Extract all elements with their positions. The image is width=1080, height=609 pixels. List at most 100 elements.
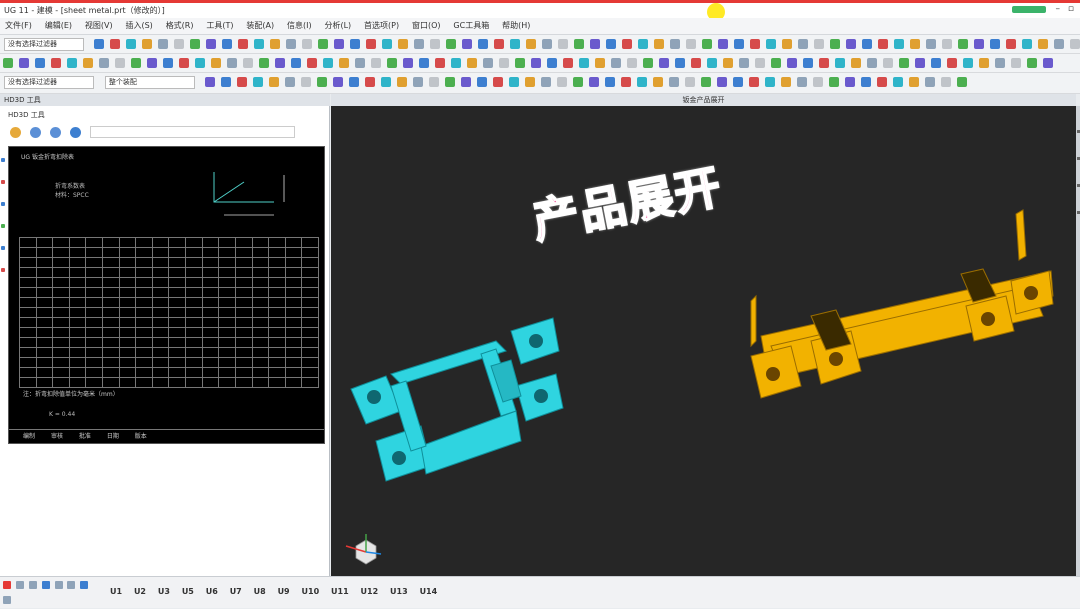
toolbar-button-icon[interactable] <box>515 58 525 68</box>
toolbar-button-icon[interactable] <box>829 39 840 49</box>
menu-item-window[interactable]: 窗口(O) <box>407 18 446 33</box>
refresh-icon[interactable] <box>69 126 81 138</box>
toolbar-button-icon[interactable] <box>669 39 680 49</box>
filter-dropdown[interactable]: 没有选择过滤器 <box>4 38 84 51</box>
toolbar-button-icon[interactable] <box>781 39 792 49</box>
toolbar-button-icon[interactable] <box>236 77 247 87</box>
custom-command[interactable]: U13 <box>390 587 408 596</box>
assembly-scope-dropdown[interactable]: 整个装配 <box>104 76 195 89</box>
toolbar-button-icon[interactable] <box>605 39 616 49</box>
menu-item-info[interactable]: 信息(I) <box>282 18 317 33</box>
toolbar-button-icon[interactable] <box>189 39 200 49</box>
custom-command[interactable]: U11 <box>331 587 349 596</box>
toolbar-button-icon[interactable] <box>67 58 77 68</box>
toolbar-button-icon[interactable] <box>1043 58 1053 68</box>
toolbar-button-icon[interactable] <box>892 77 903 87</box>
toolbar-button-icon[interactable] <box>323 58 333 68</box>
custom-command[interactable]: U1 <box>110 587 122 596</box>
toolbar-button-icon[interactable] <box>332 77 343 87</box>
toolbar-button-icon[interactable] <box>541 39 552 49</box>
toolbar-button-icon[interactable] <box>19 58 29 68</box>
toolbar-button-icon[interactable] <box>691 58 701 68</box>
toolbar-button-icon[interactable] <box>396 77 407 87</box>
toolbar-button-icon[interactable] <box>589 39 600 49</box>
toolbar-button-icon[interactable] <box>509 39 520 49</box>
menu-item-edit[interactable]: 编辑(E) <box>40 18 77 33</box>
toolbar-button-icon[interactable] <box>397 39 408 49</box>
toolbar-button-icon[interactable] <box>893 39 904 49</box>
menu-item-insert[interactable]: 插入(S) <box>120 18 157 33</box>
forward-icon[interactable] <box>49 126 61 138</box>
toolbar-button-icon[interactable] <box>716 77 727 87</box>
tool-icon[interactable] <box>80 581 89 589</box>
toolbar-button-icon[interactable] <box>109 39 120 49</box>
toolbar-button-icon[interactable] <box>700 77 711 87</box>
toolbar-button-icon[interactable] <box>812 77 823 87</box>
toolbar-button-icon[interactable] <box>1053 39 1064 49</box>
toolbar-button-icon[interactable] <box>787 58 797 68</box>
toolbar-button-icon[interactable] <box>284 77 295 87</box>
toolbar-button-icon[interactable] <box>460 77 471 87</box>
toolbar-button-icon[interactable] <box>947 58 957 68</box>
toolbar-button-icon[interactable] <box>499 58 509 68</box>
toolbar-button-icon[interactable] <box>557 39 568 49</box>
menu-item-file[interactable]: 文件(F) <box>0 18 37 33</box>
toolbar-button-icon[interactable] <box>860 77 871 87</box>
menu-item-preferences[interactable]: 首选项(P) <box>359 18 404 33</box>
custom-command[interactable]: U9 <box>278 587 290 596</box>
resource-icon[interactable] <box>1 268 5 272</box>
custom-command[interactable]: U7 <box>230 587 242 596</box>
toolbar-button-icon[interactable] <box>493 39 504 49</box>
toolbar-button-icon[interactable] <box>845 39 856 49</box>
toolbar-button-icon[interactable] <box>621 39 632 49</box>
toolbar-button-icon[interactable] <box>93 39 104 49</box>
toolbar-button-icon[interactable] <box>259 58 269 68</box>
toolbar-button-icon[interactable] <box>717 39 728 49</box>
toolbar-button-icon[interactable] <box>1027 58 1037 68</box>
toolbar-button-icon[interactable] <box>595 58 605 68</box>
toolbar-button-icon[interactable] <box>285 39 296 49</box>
toolbar-button-icon[interactable] <box>1011 58 1021 68</box>
toolbar-button-icon[interactable] <box>851 58 861 68</box>
toolbar-button-icon[interactable] <box>925 39 936 49</box>
toolbar-button-icon[interactable] <box>1037 39 1048 49</box>
resource-icon[interactable] <box>1 180 5 184</box>
toolbar-button-icon[interactable] <box>867 58 877 68</box>
toolbar-button-icon[interactable] <box>819 58 829 68</box>
toolbar-button-icon[interactable] <box>381 39 392 49</box>
toolbar-button-icon[interactable] <box>883 58 893 68</box>
back-icon[interactable] <box>29 126 41 138</box>
toolbar-button-icon[interactable] <box>435 58 445 68</box>
toolbar-button-icon[interactable] <box>764 77 775 87</box>
toolbar-button-icon[interactable] <box>908 77 919 87</box>
toolbar-button-icon[interactable] <box>963 58 973 68</box>
tool-icon[interactable] <box>15 581 24 589</box>
toolbar-button-icon[interactable] <box>365 39 376 49</box>
toolbar-button-icon[interactable] <box>355 58 365 68</box>
toolbar-button-icon[interactable] <box>252 77 263 87</box>
toolbar-button-icon[interactable] <box>348 77 359 87</box>
toolbar-button-icon[interactable] <box>637 39 648 49</box>
toolbar-button-icon[interactable] <box>828 77 839 87</box>
toolbar-button-icon[interactable] <box>419 58 429 68</box>
toolbar-button-icon[interactable] <box>220 77 231 87</box>
custom-command[interactable]: U3 <box>158 587 170 596</box>
toolbar-button-icon[interactable] <box>125 39 136 49</box>
toolbar-button-icon[interactable] <box>573 39 584 49</box>
toolbar-button-icon[interactable] <box>707 58 717 68</box>
toolbar-button-icon[interactable] <box>333 39 344 49</box>
resource-icon[interactable] <box>1 202 5 206</box>
toolbar-button-icon[interactable] <box>428 77 439 87</box>
toolbar-button-icon[interactable] <box>620 77 631 87</box>
toolbar-button-icon[interactable] <box>957 39 968 49</box>
toolbar-button-icon[interactable] <box>844 77 855 87</box>
menu-item-help[interactable]: 帮助(H) <box>497 18 535 33</box>
toolbar-button-icon[interactable] <box>508 77 519 87</box>
toolbar-button-icon[interactable] <box>253 39 264 49</box>
toolbar-button-icon[interactable] <box>268 77 279 87</box>
toolbar-button-icon[interactable] <box>835 58 845 68</box>
toolbar-button-icon[interactable] <box>915 58 925 68</box>
selection-scope-dropdown[interactable]: 没有选择过滤器 <box>4 76 94 89</box>
resource-icon[interactable] <box>1 158 5 162</box>
toolbar-button-icon[interactable] <box>675 58 685 68</box>
